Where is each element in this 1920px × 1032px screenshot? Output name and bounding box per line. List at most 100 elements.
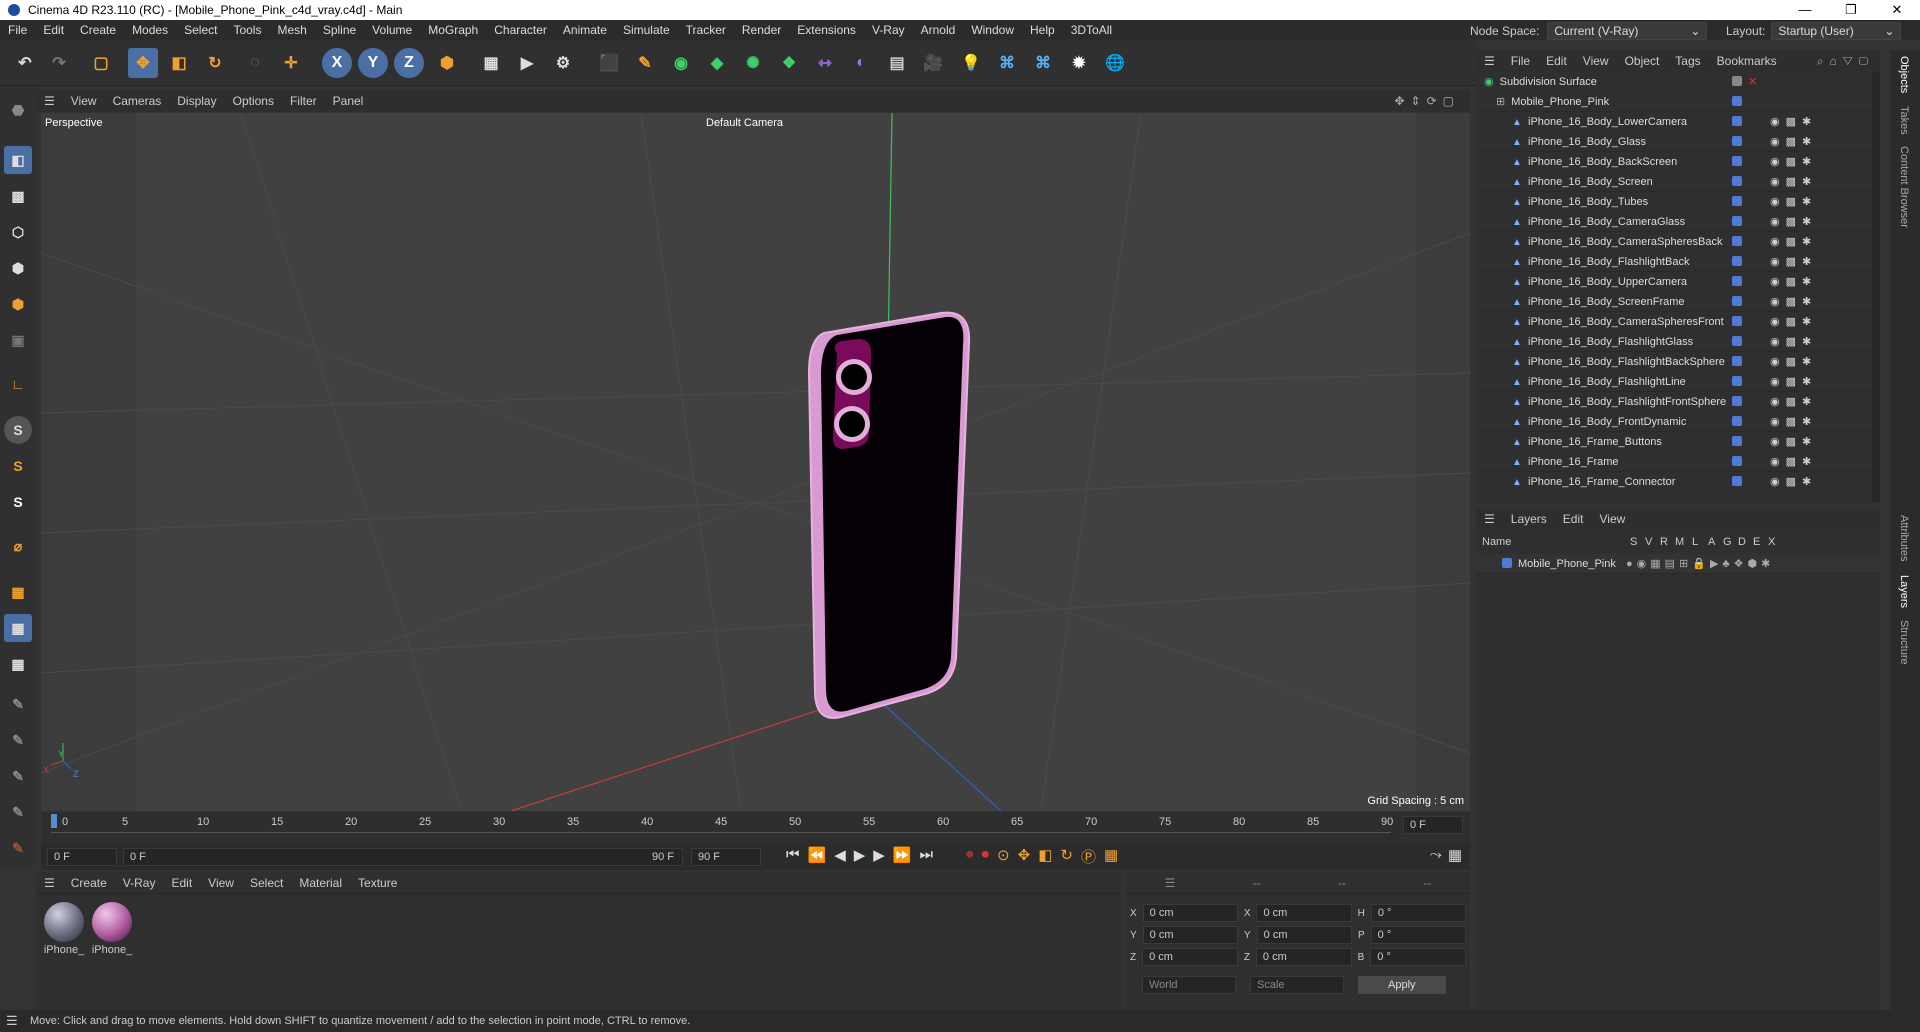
object-row[interactable]: ▲ iPhone_16_Body_CameraSpheresBack ◉▩✱: [1476, 232, 1880, 252]
playhead[interactable]: [51, 814, 57, 828]
material-menu-create[interactable]: Create: [63, 876, 115, 890]
autokey-icon[interactable]: ⏺: [982, 846, 990, 867]
layer-menu-edit[interactable]: Edit: [1555, 512, 1592, 526]
smooth-brush-icon[interactable]: ✎: [4, 798, 32, 826]
material-menu-vray[interactable]: V-Ray: [115, 876, 164, 890]
disabled-x-icon[interactable]: ✕: [1748, 75, 1757, 88]
object-row[interactable]: ▲ iPhone_16_Body_FlashlightLine ◉▩✱: [1476, 372, 1880, 392]
max-frame-field[interactable]: 90 F: [691, 848, 761, 866]
menu-file[interactable]: File: [0, 20, 35, 40]
object-menu-tags[interactable]: Tags: [1667, 54, 1708, 68]
object-row[interactable]: ▲ iPhone_16_Body_ScreenFrame ◉▩✱: [1476, 292, 1880, 312]
material-tag-icons[interactable]: ◉▩✱: [1770, 235, 1817, 248]
layout-dropdown[interactable]: Startup (User) ⌄: [1771, 22, 1902, 40]
layer-color-swatch[interactable]: [1732, 216, 1742, 226]
previous-frame-icon[interactable]: ◀: [834, 846, 846, 864]
hamburger-icon[interactable]: ☰: [36, 876, 63, 890]
object-menu-view[interactable]: View: [1575, 54, 1617, 68]
object-row[interactable]: ▲ iPhone_16_Body_Glass ◉▩✱: [1476, 132, 1880, 152]
workplane-icon[interactable]: ▦: [4, 578, 32, 606]
material-tag-icons[interactable]: ◉▩✱: [1770, 395, 1817, 408]
next-key-icon[interactable]: ⏩: [893, 846, 912, 864]
snap-workplane-icon[interactable]: S: [4, 488, 32, 516]
menu-mograph[interactable]: MoGraph: [420, 20, 486, 40]
previous-key-icon[interactable]: ⏪: [808, 846, 827, 864]
layer-color-swatch[interactable]: [1732, 96, 1742, 106]
menu-window[interactable]: Window: [963, 20, 1022, 40]
viewport-camera-name[interactable]: Default Camera: [706, 117, 783, 129]
material-menu-edit[interactable]: Edit: [163, 876, 200, 890]
material-tag-icons[interactable]: ◉▩✱: [1770, 475, 1817, 488]
grid-workplane-icon[interactable]: ▦: [4, 614, 32, 642]
scale-tool-icon[interactable]: ◧: [164, 48, 194, 78]
material-tag-icons[interactable]: ◉▩✱: [1770, 195, 1817, 208]
menu-arnold[interactable]: Arnold: [913, 20, 964, 40]
object-row-root[interactable]: ◉ Subdivision Surface ✕: [1476, 72, 1880, 92]
material-menu-view[interactable]: View: [200, 876, 242, 890]
maximize-button[interactable]: ❐: [1828, 0, 1874, 20]
position-x-field[interactable]: 0 cm: [1142, 904, 1238, 922]
object-row[interactable]: ▲ iPhone_16_Body_FlashlightGlass ◉▩✱: [1476, 332, 1880, 352]
mograph-icon[interactable]: ❖: [774, 48, 804, 78]
key-position-icon[interactable]: ✥: [1018, 846, 1031, 867]
viewport-menu-cameras[interactable]: Cameras: [105, 94, 170, 108]
move-tool-icon[interactable]: ✥: [128, 48, 158, 78]
menu-simulate[interactable]: Simulate: [615, 20, 678, 40]
tab-structure[interactable]: Structure: [1898, 620, 1910, 665]
axis-mode-icon[interactable]: ∟: [4, 370, 32, 398]
python-icon[interactable]: ⌘: [992, 48, 1022, 78]
key-scale-icon[interactable]: ◧: [1038, 846, 1052, 867]
layer-color-swatch[interactable]: [1732, 316, 1742, 326]
object-scrollbar[interactable]: [1872, 72, 1880, 502]
viewport-menu-view[interactable]: View: [63, 94, 105, 108]
layer-color-swatch[interactable]: [1732, 116, 1742, 126]
object-row[interactable]: ▲ iPhone_16_Frame ◉▩✱: [1476, 452, 1880, 472]
render-settings-icon[interactable]: ⚙: [548, 48, 578, 78]
object-menu-bookmarks[interactable]: Bookmarks: [1709, 54, 1785, 68]
material-tag-icons[interactable]: ◉▩✱: [1770, 455, 1817, 468]
menu-mesh[interactable]: Mesh: [269, 20, 314, 40]
coord-scale-dropdown[interactable]: Scale: [1250, 976, 1344, 994]
menu-select[interactable]: Select: [176, 20, 225, 40]
keyframe-selection-icon[interactable]: ⊙: [997, 846, 1010, 867]
subdivision-generator-icon[interactable]: ◉: [666, 48, 696, 78]
current-frame-field[interactable]: 0 F: [47, 848, 117, 866]
material-tag-icons[interactable]: ◉▩✱: [1770, 335, 1817, 348]
pen-spline-icon[interactable]: ✎: [630, 48, 660, 78]
go-to-start-icon[interactable]: ⏮: [786, 846, 800, 864]
model-mode-icon[interactable]: ◧: [4, 146, 32, 174]
viewport-menu-filter[interactable]: Filter: [282, 94, 325, 108]
edges-mode-icon[interactable]: ⬢: [4, 254, 32, 282]
play-icon[interactable]: ▶: [854, 846, 866, 864]
menu-3dtoall[interactable]: 3DToAll: [1063, 20, 1120, 40]
make-editable-icon[interactable]: ⬣: [4, 96, 32, 124]
key-pla-icon[interactable]: ▦: [1104, 846, 1118, 867]
hamburger-icon[interactable]: ☰: [1165, 876, 1176, 890]
object-row[interactable]: ▲ iPhone_16_Body_FlashlightBack ◉▩✱: [1476, 252, 1880, 272]
rotation-p-field[interactable]: 0 °: [1370, 926, 1466, 944]
coordinate-system-icon[interactable]: ⬢: [432, 48, 462, 78]
locked-workplane-icon[interactable]: ▦: [4, 650, 32, 678]
tab-takes[interactable]: Takes: [1898, 106, 1910, 135]
uv-mode-icon[interactable]: ▣: [4, 326, 32, 354]
object-row[interactable]: ▲ iPhone_16_Body_Tubes ◉▩✱: [1476, 192, 1880, 212]
render-view-icon[interactable]: ▶: [512, 48, 542, 78]
material-tag-icons[interactable]: ◉▩✱: [1770, 295, 1817, 308]
material-tag-icons[interactable]: ◉▩✱: [1770, 215, 1817, 228]
material-tag-icons[interactable]: ◉▩✱: [1770, 255, 1817, 268]
y-axis-lock-icon[interactable]: Y: [358, 48, 388, 78]
cloner-icon[interactable]: ✺: [738, 48, 768, 78]
material-swatch[interactable]: iPhone_: [90, 902, 134, 956]
timeline-settings-icon[interactable]: ▦: [1448, 846, 1462, 864]
layer-color-swatch[interactable]: [1732, 296, 1742, 306]
object-row[interactable]: ▲ iPhone_16_Body_Screen ◉▩✱: [1476, 172, 1880, 192]
viewport-menu-display[interactable]: Display: [169, 94, 224, 108]
layer-color-swatch[interactable]: [1732, 336, 1742, 346]
object-row[interactable]: ▲ iPhone_16_Body_BackScreen ◉▩✱: [1476, 152, 1880, 172]
brush-icon[interactable]: ✎: [4, 762, 32, 790]
perspective-viewport[interactable]: Perspective Default Camera Grid Spacing …: [41, 113, 1470, 811]
object-menu-edit[interactable]: Edit: [1538, 54, 1575, 68]
redo-icon[interactable]: ↷: [44, 48, 74, 78]
minimize-button[interactable]: —: [1782, 0, 1828, 20]
camera-icon[interactable]: 🎥: [918, 48, 948, 78]
